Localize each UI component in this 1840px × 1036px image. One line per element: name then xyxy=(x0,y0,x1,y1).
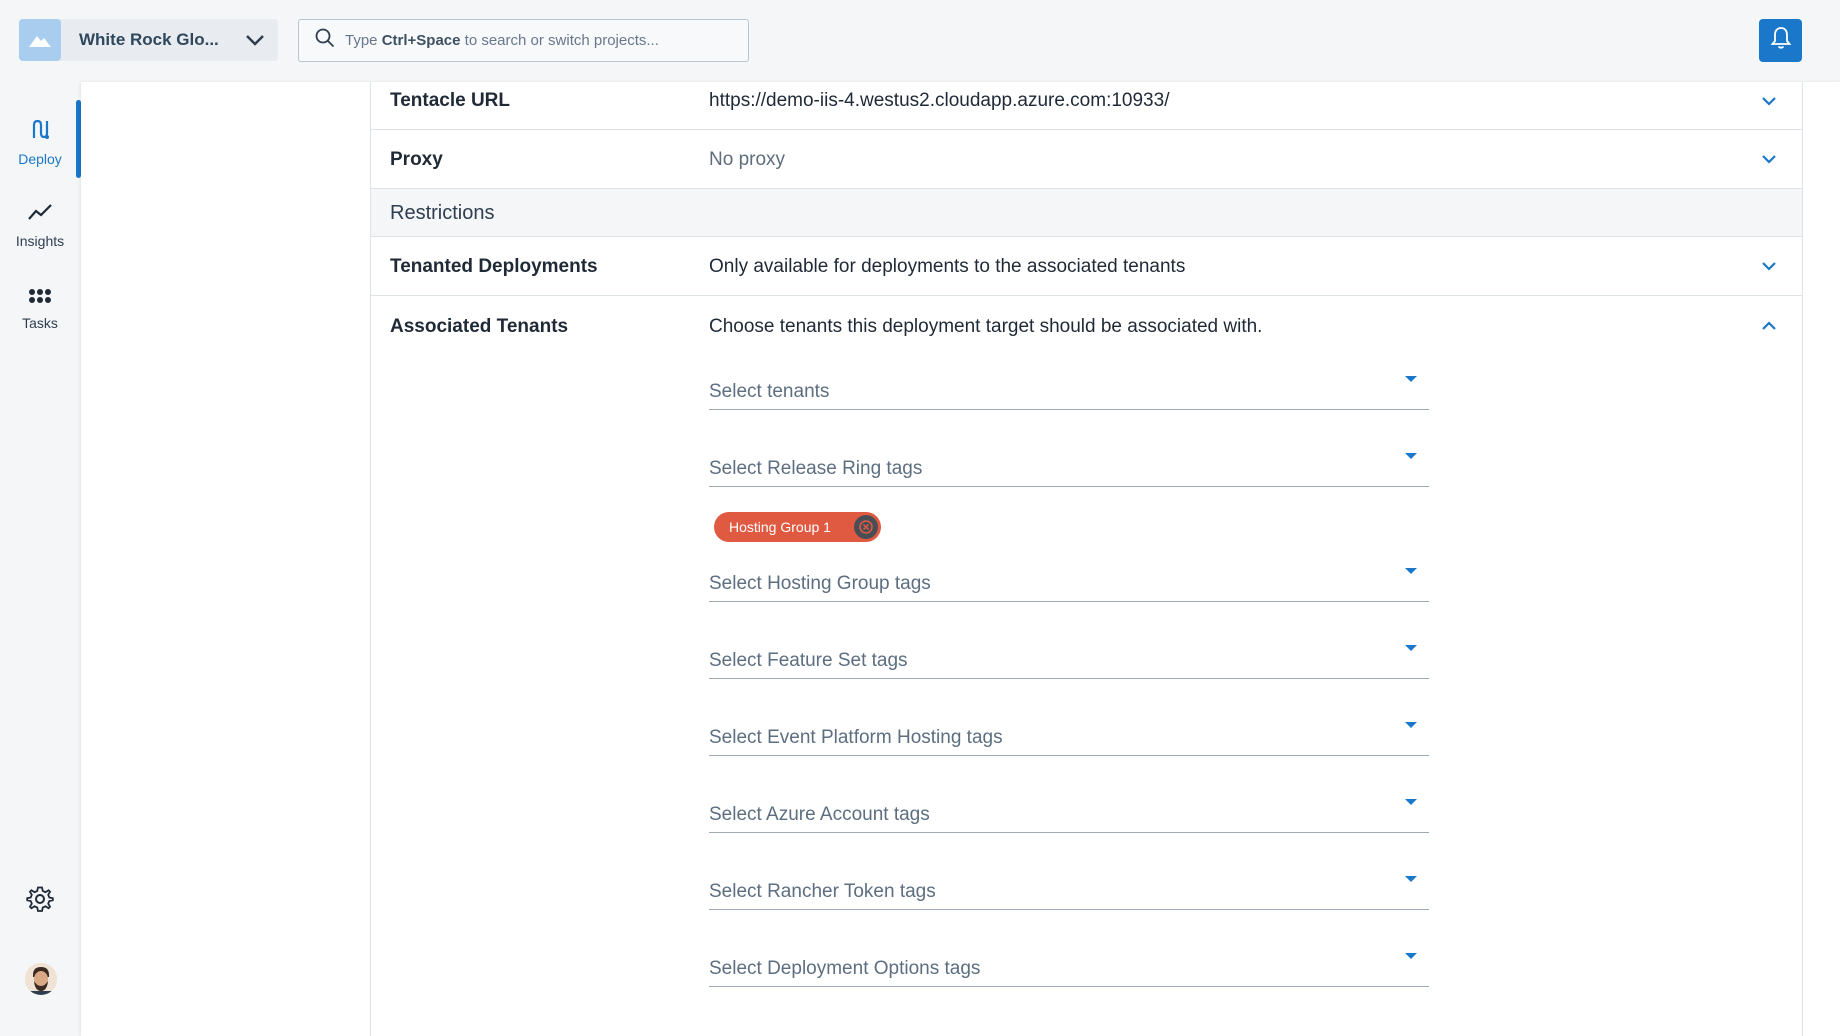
proxy-row[interactable]: Proxy No proxy xyxy=(371,130,1802,189)
dropdown-caret-icon xyxy=(1405,953,1417,959)
nav-item-deploy[interactable]: Deploy xyxy=(0,118,80,167)
nav-item-tasks[interactable]: Tasks xyxy=(0,288,80,331)
gear-icon[interactable] xyxy=(26,885,54,918)
proxy-value: No proxy xyxy=(709,149,786,170)
select-hosting-group-tags[interactable]: Select Hosting Group tags xyxy=(709,558,1429,602)
dropdown-caret-icon xyxy=(1405,876,1417,882)
chevron-down-icon[interactable] xyxy=(1760,92,1778,115)
search-icon xyxy=(315,28,335,53)
tenanted-deployments-row[interactable]: Tenanted Deployments Only available for … xyxy=(371,237,1802,296)
select-rancher-token-placeholder: Select Rancher Token tags xyxy=(709,881,936,902)
associated-tenants-section: Associated Tenants Choose tenants this d… xyxy=(371,296,1802,1036)
tenanted-deployments-value: Only available for deployments to the as… xyxy=(709,256,1186,277)
chip-label: Hosting Group 1 xyxy=(729,519,831,535)
tentacle-url-row[interactable]: Tentacle URL https://demo-iis-4.westus2.… xyxy=(371,82,1802,130)
space-switcher[interactable]: White Rock Glo... xyxy=(19,19,278,61)
select-tenants[interactable]: Select tenants xyxy=(709,366,1429,410)
insights-icon xyxy=(27,202,53,227)
close-icon[interactable] xyxy=(854,515,878,539)
avatar[interactable] xyxy=(25,963,57,995)
main-panel: Tentacle URL https://demo-iis-4.westus2.… xyxy=(81,82,1840,1036)
space-name: White Rock Glo... xyxy=(79,30,219,49)
chevron-up-icon[interactable] xyxy=(1760,317,1778,340)
notifications-button[interactable] xyxy=(1759,19,1802,62)
chevron-down-icon[interactable] xyxy=(1760,257,1778,280)
nav-label-tasks: Tasks xyxy=(22,315,58,331)
chevron-down-icon[interactable] xyxy=(1760,150,1778,173)
left-nav: Deploy Insights Tasks xyxy=(0,82,81,1036)
chevron-down-icon xyxy=(244,30,266,55)
select-event-platform-placeholder: Select Event Platform Hosting tags xyxy=(709,727,1003,748)
associated-tenants-description: Choose tenants this deployment target sh… xyxy=(709,316,1263,337)
dropdown-caret-icon xyxy=(1405,799,1417,805)
dropdown-caret-icon xyxy=(1405,722,1417,728)
tentacle-url-value: https://demo-iis-4.westus2.cloudapp.azur… xyxy=(709,90,1170,111)
select-tenants-placeholder: Select tenants xyxy=(709,381,830,402)
deployment-target-settings: Tentacle URL https://demo-iis-4.westus2.… xyxy=(370,82,1803,1036)
top-bar: White Rock Glo... Type Ctrl+Space to sea… xyxy=(0,0,1840,82)
nav-item-insights[interactable]: Insights xyxy=(0,202,80,249)
nav-label-insights: Insights xyxy=(15,233,65,249)
search-placeholder: Type Ctrl+Space to search or switch proj… xyxy=(345,32,659,49)
select-deployment-options-placeholder: Select Deployment Options tags xyxy=(709,958,981,979)
restrictions-section-header: Restrictions xyxy=(371,189,1802,237)
select-azure-account-tags[interactable]: Select Azure Account tags xyxy=(709,789,1429,833)
proxy-label: Proxy xyxy=(390,149,443,170)
select-azure-account-placeholder: Select Azure Account tags xyxy=(709,804,930,825)
dropdown-caret-icon xyxy=(1405,453,1417,459)
select-feature-set-tags[interactable]: Select Feature Set tags xyxy=(709,635,1429,679)
tenanted-deployments-label: Tenanted Deployments xyxy=(390,256,598,277)
dropdown-caret-icon xyxy=(1405,568,1417,574)
select-release-ring-tags[interactable]: Select Release Ring tags xyxy=(709,443,1429,487)
associated-tenants-label: Associated Tenants xyxy=(390,316,569,337)
nav-label-deploy: Deploy xyxy=(18,151,62,167)
search-input[interactable]: Type Ctrl+Space to search or switch proj… xyxy=(298,19,749,62)
dropdown-caret-icon xyxy=(1405,645,1417,651)
tentacle-url-label: Tentacle URL xyxy=(390,90,511,111)
dropdown-caret-icon xyxy=(1405,376,1417,382)
space-logo-icon xyxy=(19,19,61,61)
tag-chip-hosting-group-1: Hosting Group 1 xyxy=(714,512,881,542)
bell-icon xyxy=(1770,26,1792,55)
select-deployment-options-tags[interactable]: Select Deployment Options tags xyxy=(709,943,1429,987)
select-release-ring-placeholder: Select Release Ring tags xyxy=(709,458,923,479)
select-event-platform-hosting-tags[interactable]: Select Event Platform Hosting tags xyxy=(709,712,1429,756)
deploy-icon xyxy=(29,118,51,145)
restrictions-title: Restrictions xyxy=(390,202,495,224)
select-feature-set-placeholder: Select Feature Set tags xyxy=(709,650,908,671)
tasks-icon xyxy=(28,288,52,309)
select-rancher-token-tags[interactable]: Select Rancher Token tags xyxy=(709,866,1429,910)
select-hosting-group-placeholder: Select Hosting Group tags xyxy=(709,573,931,594)
